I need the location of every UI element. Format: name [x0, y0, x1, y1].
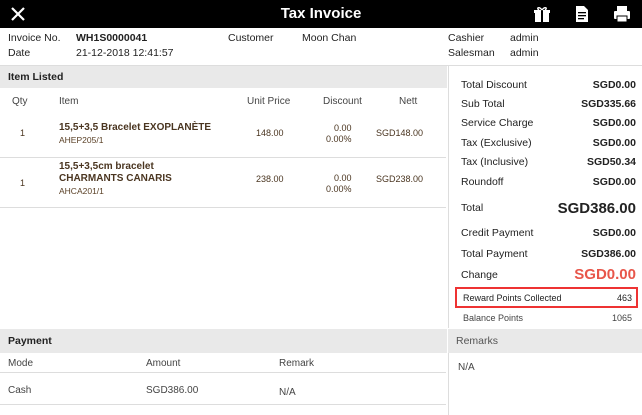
divider	[0, 372, 446, 373]
col-item: Item	[59, 96, 79, 107]
item-name: 15,5+3,5cm bracelet	[59, 161, 154, 172]
invoice-info: Invoice No. WH1S0000041 Date 21-12-2018 …	[0, 28, 642, 66]
item-name: 15,5+3,5 Bracelet EXOPLANÈTE	[59, 122, 212, 133]
item-discount: 0.00	[334, 123, 352, 133]
summary-value: SGD0.00	[592, 227, 636, 239]
item-discount-pct: 0.00%	[326, 134, 352, 144]
salesman-label: Salesman	[448, 47, 495, 59]
summary-label: Service Charge	[461, 117, 534, 129]
item-name-line2: CHARMANTS CANARIS	[59, 173, 172, 184]
summary-label: Change	[461, 269, 498, 281]
item-code: AHEP205/1	[59, 135, 104, 145]
item-unit-price: 148.00	[256, 128, 284, 138]
customer-label: Customer	[228, 32, 274, 44]
document-icon[interactable]	[573, 5, 591, 23]
summary-value: SGD50.34	[586, 156, 636, 168]
payment-mode: Cash	[8, 385, 32, 396]
item-row[interactable]: 1 15,5+3,5 Bracelet EXOPLANÈTE AHEP205/1…	[0, 108, 446, 158]
payment-col-amount: Amount	[146, 358, 181, 369]
invoice-no-value: WH1S0000041	[76, 32, 148, 44]
col-qty: Qty	[12, 96, 28, 107]
summary-total-value: SGD386.00	[557, 200, 636, 217]
divider	[0, 404, 446, 405]
item-code: AHCA201/1	[59, 186, 104, 196]
item-qty: 1	[20, 128, 26, 138]
customer-value: Moon Chan	[302, 32, 357, 44]
summary-label: Credit Payment	[461, 227, 534, 239]
summary-label: Total Payment	[461, 248, 528, 260]
summary-change: Change SGD0.00	[461, 266, 636, 286]
col-nett: Nett	[399, 96, 418, 107]
summary-value: SGD0.00	[592, 176, 636, 188]
payment-col-mode: Mode	[8, 358, 34, 369]
cashier-value: admin	[510, 32, 539, 44]
summary-label: Tax (Exclusive)	[461, 137, 532, 149]
date-label: Date	[8, 47, 31, 59]
payment-section-header: Payment	[0, 329, 447, 353]
summary-total: Total SGD386.00	[461, 200, 636, 220]
payment-amount: SGD386.00	[146, 385, 199, 396]
remarks-section-header: Remarks	[448, 329, 642, 353]
remarks-value: N/A	[458, 362, 475, 373]
invoice-no-label: Invoice No.	[8, 32, 61, 44]
balance-points-label: Balance Points	[463, 313, 524, 323]
summary-value: SGD335.66	[581, 98, 636, 110]
col-discount: Discount	[323, 96, 362, 107]
summary-label: Total	[461, 202, 484, 214]
balance-points-value: 1065	[611, 313, 632, 323]
item-row[interactable]: 1 15,5+3,5cm bracelet CHARMANTS CANARIS …	[0, 158, 446, 208]
salesman-value: admin	[510, 47, 539, 59]
summary-label: Tax (Inclusive)	[461, 156, 529, 168]
summary-change-value: SGD0.00	[574, 266, 636, 283]
top-bar: Tax Invoice	[0, 0, 642, 28]
printer-icon[interactable]	[613, 5, 631, 23]
payment-col-remark: Remark	[279, 358, 315, 369]
cashier-label: Cashier	[448, 32, 485, 44]
summary-label: Total Discount	[461, 79, 527, 91]
summary-value: SGD386.00	[581, 248, 636, 260]
divider	[448, 353, 449, 415]
col-unit-price: Unit Price	[247, 96, 291, 107]
date-value: 21-12-2018 12:41:57	[76, 47, 174, 59]
summary-label: Sub Total	[461, 98, 505, 110]
gift-icon[interactable]	[533, 5, 551, 23]
reward-points-label: Reward Points Collected	[463, 293, 562, 303]
reward-points-box: Reward Points Collected 463	[455, 287, 638, 308]
item-discount-pct: 0.00%	[326, 184, 352, 194]
reward-points-value: 463	[616, 293, 632, 303]
summary-label: Roundoff	[461, 176, 504, 188]
summary-value: SGD0.00	[592, 117, 636, 129]
items-section-header: Item Listed	[0, 66, 447, 88]
item-nett: SGD238.00	[376, 174, 424, 184]
summary-value: SGD0.00	[592, 79, 636, 91]
item-unit-price: 238.00	[256, 174, 284, 184]
item-discount: 0.00	[334, 173, 352, 183]
payment-remark: N/A	[279, 387, 296, 398]
summary-value: SGD0.00	[592, 137, 636, 149]
item-qty: 1	[20, 178, 26, 188]
item-nett: SGD148.00	[376, 128, 424, 138]
